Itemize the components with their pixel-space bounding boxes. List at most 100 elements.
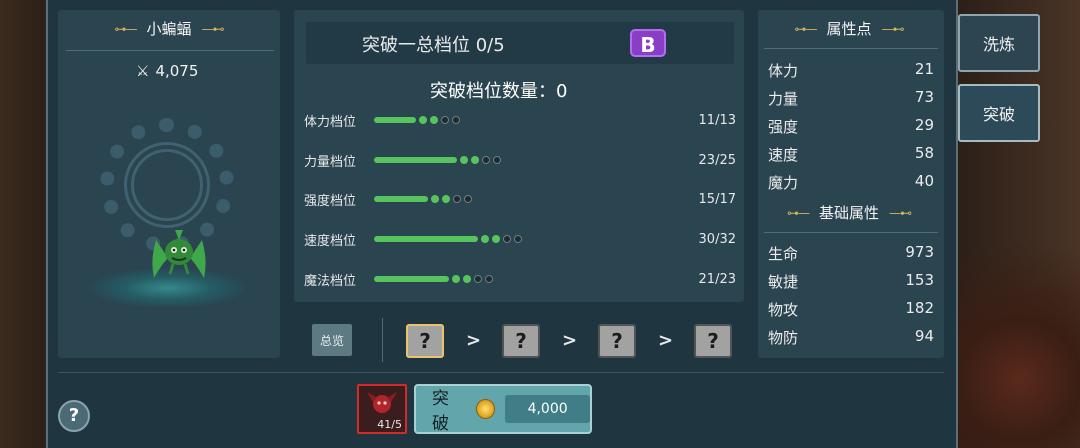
attribute-row: 魔力 40 <box>768 172 934 193</box>
attribute-label: 敏捷 <box>768 273 799 291</box>
attribute-value: 73 <box>914 88 934 106</box>
stat-row: 力量档位 23/25 <box>304 150 736 170</box>
attribute-label: 物攻 <box>768 301 799 319</box>
level-dot-empty <box>453 195 461 203</box>
breakthrough-slot-1[interactable]: ? <box>406 324 444 358</box>
arrow-right-icon: > <box>658 330 674 351</box>
divider <box>764 232 938 233</box>
stat-row: 强度档位 15/17 <box>304 189 736 209</box>
material-item-slot[interactable]: 41/5 <box>357 384 407 434</box>
grade-badge: B <box>630 29 666 57</box>
stat-value: 30/32 <box>698 231 736 247</box>
breakthrough-button-label: 突破 <box>432 389 449 434</box>
level-dot-filled <box>431 195 439 203</box>
stat-progress-bar <box>374 196 428 202</box>
power-value: 4,075 <box>155 62 199 80</box>
power-display: ⚔ 4,075 <box>136 62 198 80</box>
base-attrs-title: 基础属性 <box>818 204 879 222</box>
overview-button[interactable]: 总览 <box>312 324 352 356</box>
tab-refine[interactable]: 洗炼 <box>958 14 1040 72</box>
level-dot-filled <box>460 156 468 164</box>
attribute-value: 40 <box>914 172 934 190</box>
breakthrough-slot-4[interactable]: ? <box>694 324 732 358</box>
stat-progress-bar <box>374 276 449 282</box>
stat-value: 15/17 <box>698 191 736 207</box>
breakthrough-count: 突破档位数量：0 <box>430 81 568 102</box>
attribute-value: 58 <box>914 144 934 162</box>
crossed-swords-icon: ⚔ <box>136 62 150 80</box>
arrow-right-icon: > <box>562 330 578 351</box>
ornament-left-icon: ⊶— <box>114 21 137 36</box>
separator <box>382 318 383 362</box>
attribute-value: 973 <box>905 243 934 261</box>
level-dot-empty <box>503 235 511 243</box>
attr-points-header: ⊶— 属性点 —⊷ <box>770 18 928 39</box>
breakthrough-button[interactable]: 突破 4,000 <box>414 384 592 434</box>
attribute-row: 力量 73 <box>768 88 934 109</box>
level-dot-filled <box>430 116 438 124</box>
level-dot-filled <box>463 275 471 283</box>
attribute-row: 敏捷 153 <box>768 271 934 292</box>
ornament-left-icon: ⊶— <box>786 205 810 220</box>
stat-progress <box>374 235 676 243</box>
attribute-label: 速度 <box>768 146 799 164</box>
attribute-value: 182 <box>905 299 934 317</box>
attribute-row: 生命 973 <box>768 243 934 264</box>
base-attrs-header: ⊶— 基础属性 —⊷ <box>770 202 928 223</box>
attribute-row: 物防 94 <box>768 327 934 348</box>
attribute-label: 体力 <box>768 62 799 80</box>
stat-progress <box>374 275 676 283</box>
stat-label: 强度档位 <box>304 193 357 209</box>
gold-coin-icon <box>475 399 496 419</box>
level-dot-empty <box>493 156 501 164</box>
level-dot-filled <box>419 116 427 124</box>
bat-pet-sprite <box>152 230 206 278</box>
attr-points-title: 属性点 <box>826 20 872 38</box>
ornament-right-icon: —⊷ <box>889 205 912 220</box>
stat-progress <box>374 116 676 124</box>
attribute-value: 153 <box>905 271 934 289</box>
level-dot-empty <box>452 116 460 124</box>
level-dot-empty <box>464 195 472 203</box>
stat-value: 11/13 <box>698 112 736 128</box>
stat-row: 魔法档位 21/23 <box>304 269 736 289</box>
attribute-row: 体力 21 <box>768 60 934 81</box>
stat-label: 体力档位 <box>304 114 357 130</box>
attribute-label: 物防 <box>768 329 799 347</box>
level-dot-filled <box>442 195 450 203</box>
breakthrough-slot-3[interactable]: ? <box>598 324 636 358</box>
attribute-value: 29 <box>914 116 934 134</box>
attribute-label: 魔力 <box>768 174 799 192</box>
level-dot-filled <box>492 235 500 243</box>
stat-label: 速度档位 <box>304 233 357 249</box>
attribute-label: 生命 <box>768 245 799 263</box>
stat-value: 23/25 <box>698 152 736 168</box>
attribute-row: 强度 29 <box>768 116 934 137</box>
divider <box>66 50 274 51</box>
breakthrough-slot-2[interactable]: ? <box>502 324 540 358</box>
material-item-count: 41/5 <box>377 418 402 431</box>
breakthrough-cost: 4,000 <box>505 395 590 423</box>
attribute-value: 21 <box>914 60 934 78</box>
attribute-value: 94 <box>914 327 934 345</box>
attribute-row: 物攻 182 <box>768 299 934 320</box>
pet-name-header: ⊶— 小蝙蝠 —⊷ <box>58 18 280 39</box>
help-button[interactable]: ? <box>58 400 90 432</box>
ornament-left-icon: ⊶— <box>794 21 817 36</box>
arrow-right-icon: > <box>466 330 482 351</box>
divider <box>764 48 938 49</box>
stat-progress-bar <box>374 117 416 123</box>
stat-label: 魔法档位 <box>304 273 357 289</box>
level-dot-filled <box>452 275 460 283</box>
stat-label: 力量档位 <box>304 154 357 170</box>
level-dot-empty <box>482 156 490 164</box>
emblem-inner-decoration <box>124 142 210 228</box>
breakthrough-title: 突破一总档位 0/5 <box>362 35 505 56</box>
tab-breakthrough[interactable]: 突破 <box>958 84 1040 142</box>
ornament-right-icon: —⊷ <box>201 21 225 36</box>
level-dot-empty <box>514 235 522 243</box>
level-dot-empty <box>474 275 482 283</box>
attribute-label: 强度 <box>768 118 799 136</box>
level-dot-empty <box>441 116 449 124</box>
level-dot-empty <box>485 275 493 283</box>
